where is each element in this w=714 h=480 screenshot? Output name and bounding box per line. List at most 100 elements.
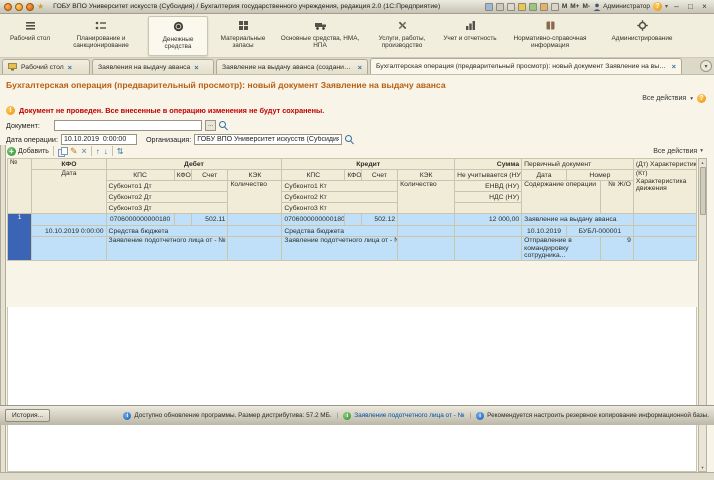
cell-sum[interactable]: 12 000,00 (454, 213, 523, 226)
table-row[interactable]: 10.10.2019 0:00:00 Средства бюджета Сред… (8, 225, 698, 237)
col-operation: Содержание операции (521, 180, 602, 214)
ribbon-section-desktop[interactable]: Рабочий стол (6, 16, 54, 56)
cell-debit-account[interactable]: 502.11 (190, 213, 229, 226)
quick-menu-icon[interactable] (15, 2, 23, 11)
search-icon[interactable] (219, 120, 229, 131)
preview-icon[interactable] (506, 2, 515, 11)
money-icon (173, 20, 184, 33)
tab-desktop[interactable]: Рабочий стол × (2, 59, 90, 74)
scroll-up-icon[interactable]: ▴ (699, 159, 706, 166)
all-actions-button[interactable]: Все действия (642, 95, 686, 102)
favorites-icon[interactable]: ★ (37, 2, 44, 11)
operation-date-input[interactable] (60, 134, 137, 145)
scroll-down-icon[interactable]: ▾ (699, 464, 706, 471)
table-row[interactable]: 1 0706000000000180 502.11 07060000000001… (6, 213, 698, 261)
ribbon-section-money[interactable]: Денежные средства (148, 16, 208, 56)
history-button[interactable]: История... (5, 409, 51, 422)
col-credit-sub2: Субконто2 Кт (281, 191, 399, 203)
cell-operation[interactable]: Отправление в командировку сотрудника... (521, 236, 602, 261)
memory-store-button[interactable]: M (562, 3, 567, 10)
note-icon[interactable] (528, 2, 537, 11)
table-empty-area[interactable] (7, 307, 697, 472)
col-debit-qty: Количество (227, 180, 283, 214)
col-char-kt: (Кт) Характеристика движения (632, 169, 698, 214)
save-icon[interactable] (484, 2, 493, 11)
memory-clear-button[interactable]: M- (582, 3, 590, 10)
close-tab-icon[interactable]: × (194, 63, 198, 72)
row-number[interactable]: 1 (6, 213, 33, 261)
close-tab-icon[interactable]: × (358, 63, 362, 72)
organization-input[interactable] (194, 134, 343, 145)
ribbon-section-reference[interactable]: Нормативно-справочная информация (502, 16, 598, 56)
memory-add-button[interactable]: M+ (570, 3, 579, 10)
main-menu-icon[interactable] (4, 2, 12, 11)
copy-row-icon[interactable] (57, 146, 68, 157)
document-link[interactable]: Заявление подотчетного лица от - № (354, 412, 464, 419)
move-down-icon[interactable]: ↓ (104, 147, 108, 156)
tab-list-button[interactable]: ▾ (700, 60, 712, 72)
chevron-down-icon[interactable]: ▾ (665, 3, 668, 10)
col-group-primary: Первичный документ (521, 158, 634, 170)
ribbon-section-admin[interactable]: Администрирование (602, 16, 682, 56)
warning-text: Документ не проведен. Все внесенные в оп… (19, 106, 325, 115)
document-select-button[interactable]: ... (205, 120, 217, 131)
cell-primary-doc[interactable]: Заявление на выдачу аванса (521, 213, 634, 226)
cell-date[interactable]: 10.10.2019 0:00:00 (31, 225, 107, 237)
cell-credit-sub1[interactable]: Средства бюджета (281, 225, 399, 237)
col-debit-kfo: КФО (173, 169, 192, 181)
delete-row-icon[interactable]: × (81, 146, 86, 156)
col-credit-qty: Количество (397, 180, 456, 214)
cell-debit-sub2[interactable]: Заявление подотчетного лица от - № (105, 236, 229, 261)
col-credit-sub1: Субконто1 Кт (281, 180, 399, 192)
cell-debit-sub1[interactable]: Средства бюджета (105, 225, 229, 237)
move-up-icon[interactable]: ↑ (96, 147, 100, 156)
grid-all-actions-button[interactable]: Все действия (653, 148, 697, 155)
organization-search-icon[interactable] (345, 134, 355, 145)
ribbon-section-services[interactable]: Услуги, работы, производство (366, 16, 438, 56)
table-row[interactable]: Заявление подотчетного лица от - № Заявл… (8, 236, 698, 261)
col-debit-sub1: Субконто1 Дт (105, 180, 229, 192)
add-row-button[interactable]: + Добавить (7, 146, 49, 156)
scrollbar-thumb[interactable] (700, 167, 706, 215)
calendar-icon[interactable] (539, 2, 548, 11)
col-debit-sub3: Субконто3 Дт (105, 202, 229, 214)
print-icon[interactable] (495, 2, 504, 11)
col-kfo: КФО (31, 158, 107, 170)
minimize-button[interactable]: – (671, 2, 682, 12)
cell-credit-kps[interactable]: 0706000000000180 (281, 213, 346, 226)
info-icon: i (476, 411, 485, 420)
cell-primary-number[interactable]: БУБЛ-000001 (565, 225, 634, 237)
inventory-icon (238, 19, 249, 32)
chevron-down-icon: ▾ (700, 148, 703, 154)
operation-date-label: Дата операции: (6, 135, 58, 144)
cell-debit-kps[interactable]: 0706000000000180 (105, 213, 175, 226)
calculator-icon[interactable] (550, 2, 559, 11)
tab-operation-preview[interactable]: Бухгалтерская операция (предварительный … (370, 58, 682, 74)
restore-button[interactable]: □ (685, 2, 696, 12)
close-tab-icon[interactable]: × (68, 63, 72, 72)
chevron-down-icon: ▾ (690, 95, 693, 102)
reorder-icon[interactable]: ⇅ (117, 147, 124, 156)
close-tab-icon[interactable]: × (672, 62, 676, 71)
info-icon: i (343, 411, 352, 420)
cell-journal[interactable]: 9 (600, 236, 634, 261)
ribbon-section-inventory[interactable]: Материальные запасы (212, 16, 274, 56)
form-help-icon[interactable]: ? (697, 94, 706, 103)
col-group-debit: Дебет (105, 158, 283, 170)
user-icon (593, 3, 601, 11)
favorites-add-icon[interactable] (517, 2, 526, 11)
ribbon-section-assets[interactable]: Основные средства, НМА, НПА (278, 16, 362, 56)
close-button[interactable]: × (699, 2, 710, 12)
cell-credit-sub2[interactable]: Заявление подотчетного лица от - № (281, 236, 399, 261)
ribbon-section-planning[interactable]: Планирование и санкционирование (58, 16, 144, 56)
document-input[interactable] (54, 120, 202, 131)
help-icon[interactable]: ? (652, 2, 662, 11)
cell-primary-date[interactable]: 10.10.2019 (521, 225, 567, 237)
cell-credit-account[interactable]: 502.12 (360, 213, 399, 226)
tab-advance-new[interactable]: Заявление на выдачу аванса (создание) * … (216, 59, 368, 74)
tab-advance-list[interactable]: Заявления на выдачу аванса × (92, 59, 214, 74)
ribbon-section-accounting[interactable]: Учет и отчетность (442, 16, 498, 56)
edit-row-icon[interactable]: ✎ (70, 146, 78, 156)
service-menu-icon[interactable] (26, 2, 34, 11)
col-sum-envd: ЕНВД (НУ) (454, 180, 523, 192)
